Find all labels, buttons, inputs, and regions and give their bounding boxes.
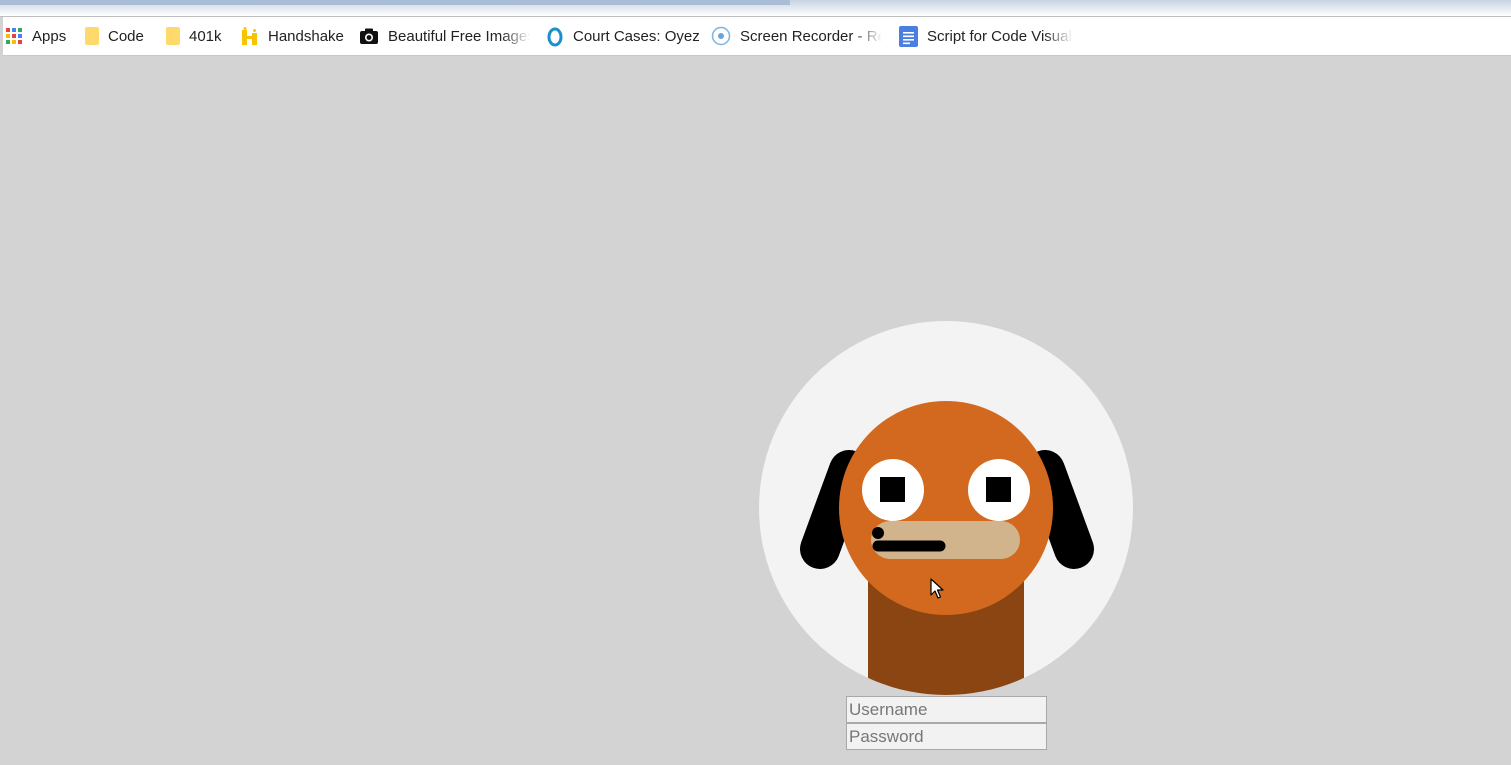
bookmark-beautiful-free-images[interactable]: Beautiful Free Images (359, 17, 530, 55)
handshake-icon (241, 27, 259, 45)
bookmark-handshake[interactable]: Handshake (241, 17, 344, 55)
bookmark-label: Script for Code Visual (927, 27, 1072, 45)
title-bar-strip (0, 0, 790, 5)
bookmark-code-folder[interactable]: Code (83, 17, 144, 55)
page-content (3, 56, 1511, 765)
password-input[interactable] (846, 723, 1047, 750)
camera-icon (359, 27, 379, 45)
browser-title-bar (0, 0, 1511, 17)
bookmark-screen-recorder[interactable]: Screen Recorder - Re (711, 17, 882, 55)
apps-grid-icon (5, 27, 23, 45)
folder-icon (85, 27, 99, 45)
bookmark-401k-folder[interactable]: 401k (164, 17, 222, 55)
mouse-cursor-icon (930, 578, 944, 599)
bookmark-script-for-code-visual[interactable]: Script for Code Visual (899, 17, 1073, 55)
folder-icon (166, 27, 180, 45)
login-form (846, 696, 1047, 750)
username-input[interactable] (846, 696, 1047, 723)
bookmarks-bar: Apps Code 401k Handshake Beautiful Free … (3, 17, 1511, 56)
bookmark-label: 401k (189, 27, 222, 45)
bookmark-apps[interactable]: Apps (5, 17, 66, 55)
bookmark-label: Screen Recorder - Re (740, 27, 882, 45)
bookmark-label: Handshake (268, 27, 344, 45)
bookmark-label: Beautiful Free Images (388, 27, 530, 45)
bookmark-label: Code (108, 27, 144, 45)
record-icon (711, 26, 731, 46)
bookmark-court-cases-oyez[interactable]: Court Cases: Oyez (546, 17, 700, 55)
google-docs-icon (899, 25, 918, 47)
bookmark-label: Court Cases: Oyez (573, 27, 700, 45)
oyez-icon (546, 27, 564, 47)
bookmark-label: Apps (32, 27, 67, 45)
